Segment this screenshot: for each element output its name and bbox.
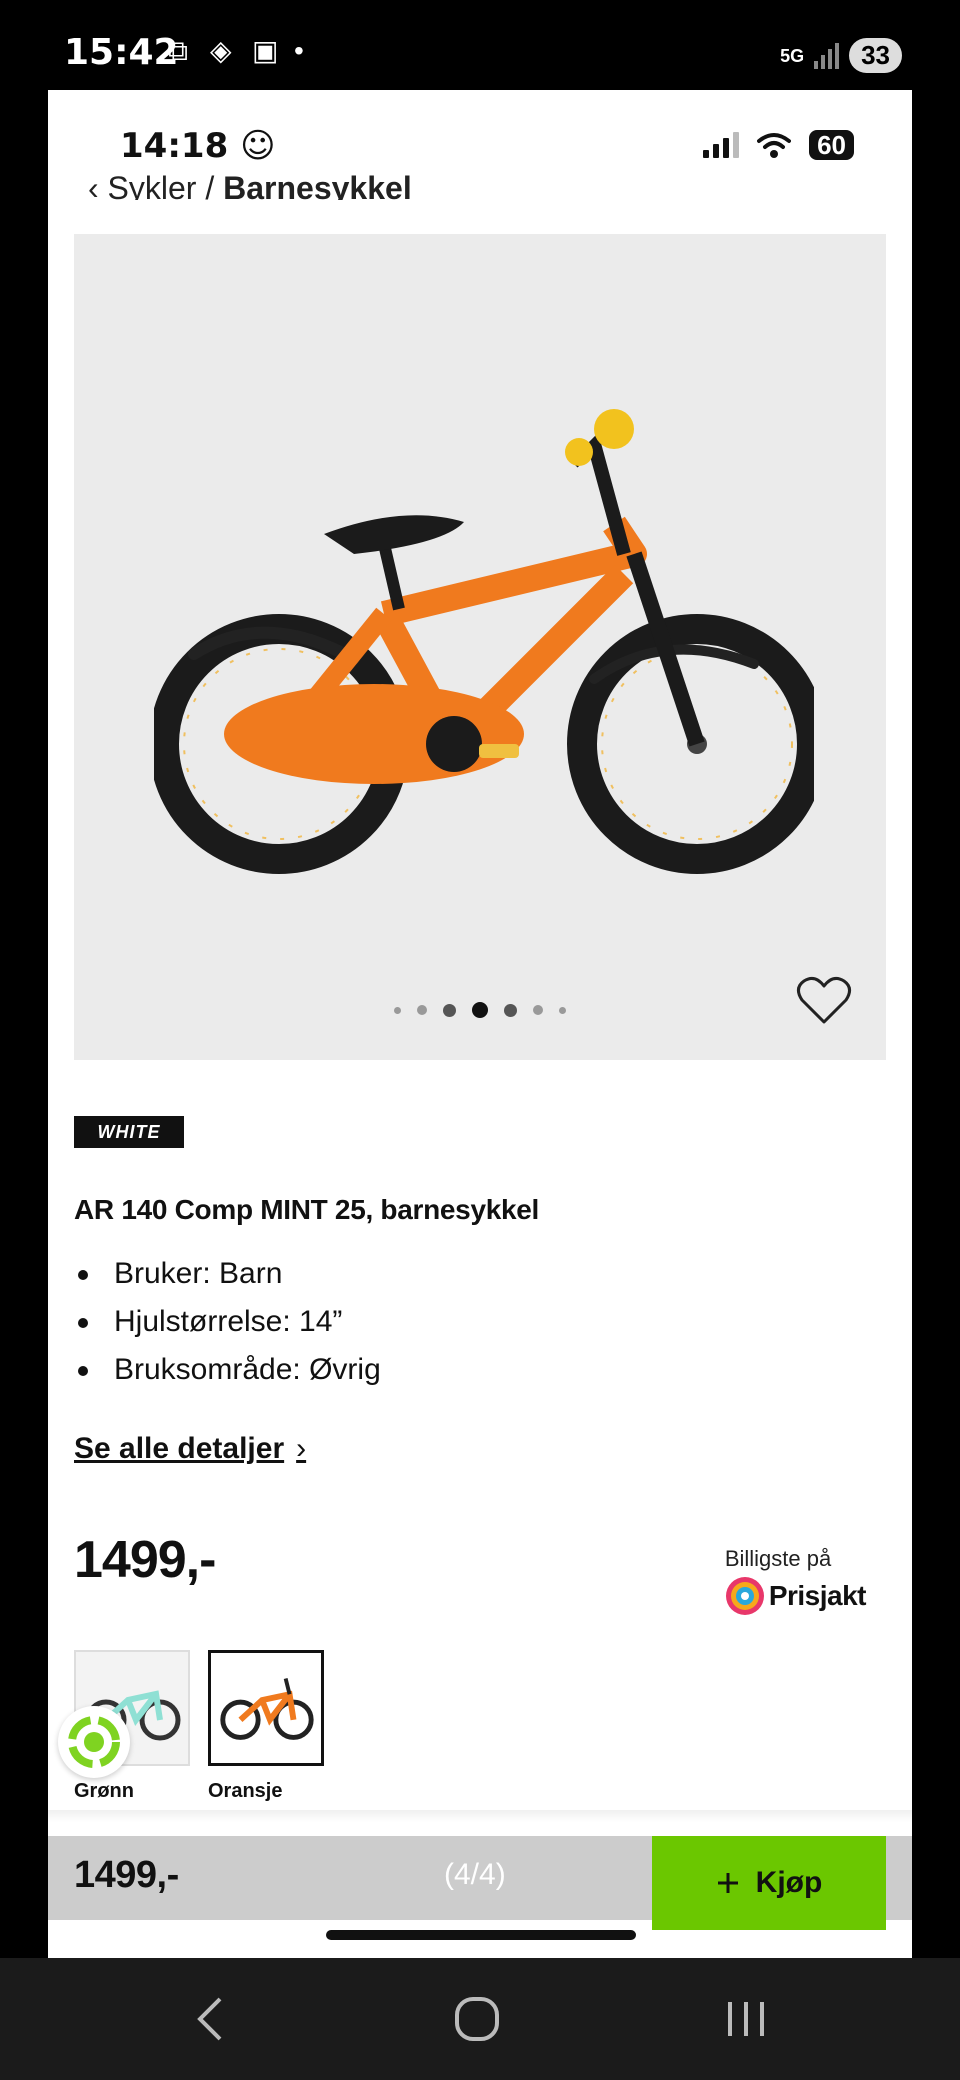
signal-icon — [814, 42, 840, 69]
chevron-right-icon: › — [296, 1432, 307, 1465]
favorite-heart-icon[interactable] — [796, 976, 852, 1026]
screenshot-icon: ⧉ — [168, 35, 188, 66]
recycle-icon — [68, 1716, 120, 1768]
system-status-bar: 15:42 ⧉ ◈ ▣ • 5G 33 — [0, 0, 960, 90]
prisjakt-caption: Billigste på — [724, 1546, 832, 1571]
teams-icon: ▣ — [252, 35, 279, 66]
floating-assistant-button[interactable] — [58, 1706, 130, 1778]
cellular-signal-icon — [703, 132, 740, 158]
stack-icon: ◈ — [210, 35, 232, 66]
system-clock: 15:42 — [64, 32, 179, 73]
divider — [48, 1810, 912, 1822]
wifi-icon — [757, 133, 792, 158]
product-spec-list: Bruker: Barn Hjulstørrelse: 14” Bruksomr… — [74, 1250, 381, 1394]
carousel-dot[interactable] — [559, 1006, 566, 1014]
sticky-buy-bar: 1499,- (4/4) Kjøp — [48, 1836, 912, 1930]
carousel-dot[interactable] — [533, 1005, 543, 1015]
system-navigation-bar — [0, 1958, 960, 2080]
product-image-carousel[interactable] — [74, 234, 886, 1060]
notification-icons: ⧉ ◈ ▣ • — [168, 36, 324, 66]
inner-battery-indicator: 60 — [809, 130, 854, 160]
app-screen: 14:18 ☺ 60 ‹ Sykler / Barnesykkel WHITE … — [48, 90, 912, 1958]
product-title: AR 140 Comp MINT 25, barnesykkel — [74, 1194, 540, 1225]
spec-item: Bruksområde: Øvrig — [74, 1346, 381, 1394]
carousel-dot-active[interactable] — [472, 1002, 488, 1018]
carousel-dot[interactable] — [443, 1003, 456, 1017]
brand-logo[interactable]: WHITE — [74, 1116, 184, 1148]
buy-button-label: Kjøp — [755, 1866, 823, 1899]
battery-indicator: 33 — [849, 38, 902, 73]
home-icon[interactable] — [452, 1994, 502, 2044]
sticky-price: 1499,- — [74, 1854, 179, 1896]
home-indicator[interactable] — [326, 1930, 636, 1940]
breadcrumb-current: Barnesykkel — [223, 170, 412, 200]
prisjakt-name: Prisjakt — [768, 1580, 867, 1611]
prisjakt-badge[interactable]: Billigste på Prisjakt — [724, 1546, 867, 1616]
network-type-badge: 5G — [780, 45, 805, 66]
carousel-dot[interactable] — [417, 1005, 427, 1015]
product-image — [154, 409, 814, 874]
plus-icon — [717, 1873, 738, 1893]
spec-item: Hjulstørrelse: 14” — [74, 1298, 381, 1346]
spec-item: Bruker: Barn — [74, 1250, 381, 1298]
back-icon[interactable] — [190, 1994, 230, 2044]
variant-swatch-orange[interactable] — [208, 1650, 324, 1766]
breadcrumb-parent[interactable]: ‹ Sykler / — [88, 170, 214, 200]
product-price: 1499,- — [74, 1531, 216, 1589]
inner-clock: 14:18 ☺ — [120, 126, 276, 166]
carousel-pagination[interactable] — [74, 1002, 886, 1018]
more-notifications-icon: • — [294, 35, 304, 66]
recent-apps-icon[interactable] — [724, 1994, 768, 2044]
image-counter: (4/4) — [444, 1858, 506, 1891]
carousel-dot[interactable] — [394, 1006, 401, 1014]
prisjakt-logo-icon — [725, 1577, 764, 1615]
breadcrumb[interactable]: ‹ Sykler / Barnesykkel — [88, 170, 412, 200]
variant-label-orange: Oransje — [208, 1780, 283, 1802]
carousel-dot[interactable] — [504, 1003, 517, 1017]
variant-thumbnail — [220, 1678, 314, 1740]
variant-label-green: Grønn — [74, 1780, 134, 1802]
buy-button[interactable]: Kjøp — [652, 1836, 886, 1930]
see-all-details-label[interactable]: Se alle detaljer — [74, 1432, 284, 1466]
see-all-details-link[interactable]: Se alle detaljer › — [74, 1432, 306, 1466]
